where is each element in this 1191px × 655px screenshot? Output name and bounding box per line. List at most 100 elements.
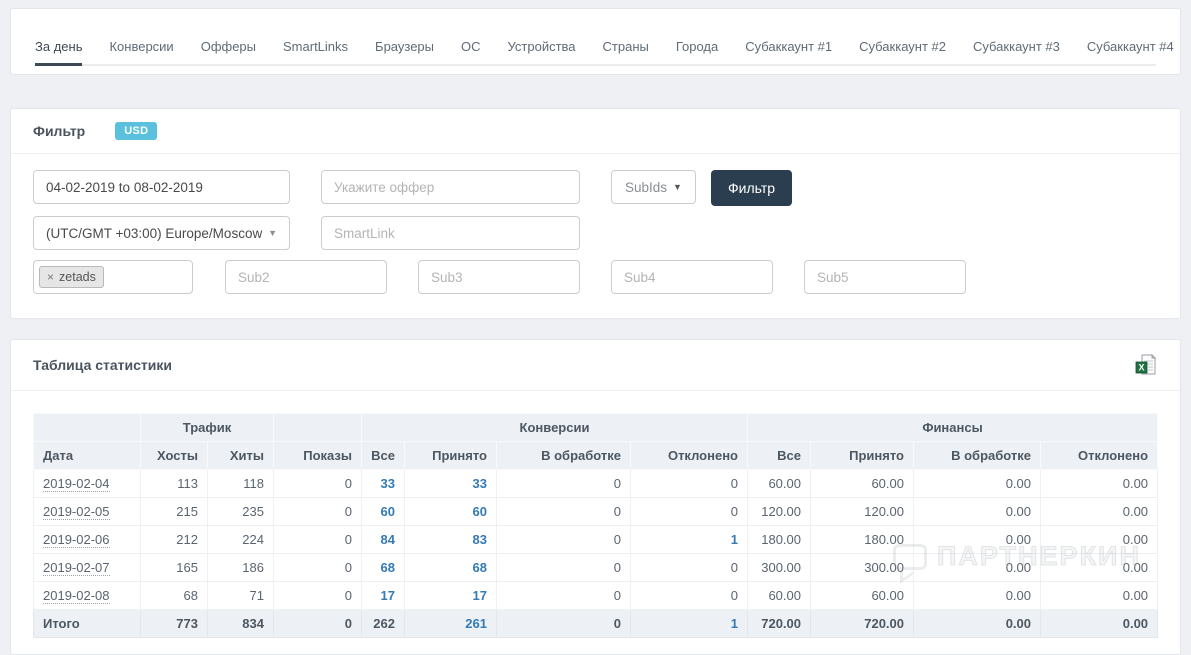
sub2-input[interactable] xyxy=(225,260,387,294)
value-cell: 84 xyxy=(362,526,405,554)
tab-8[interactable]: Города xyxy=(676,29,718,66)
total-label: Итого xyxy=(34,610,141,638)
stats-panel-header: Таблица статистики X xyxy=(11,340,1180,391)
date-cell[interactable]: 2019-02-08 xyxy=(43,588,110,604)
svg-text:X: X xyxy=(1138,363,1144,373)
value-cell: 33 xyxy=(362,470,405,498)
sub4-input[interactable] xyxy=(611,260,773,294)
date-range-input[interactable] xyxy=(33,170,290,204)
conversion-link[interactable]: 261 xyxy=(465,616,487,631)
value-cell: 720.00 xyxy=(748,610,811,638)
filter-title: Фильтр xyxy=(33,123,85,139)
conversion-link[interactable]: 1 xyxy=(731,616,738,631)
filter-body: SubIds ▼ Фильтр (UTC/GMT +03:00) Europe/… xyxy=(11,154,1180,318)
timezone-selected-value: (UTC/GMT +03:00) Europe/Moscow xyxy=(46,226,262,241)
conversion-link[interactable]: 68 xyxy=(473,560,487,575)
date-cell[interactable]: 2019-02-06 xyxy=(43,532,110,548)
table-row: 2019-02-086871017170060.0060.000.000.00 xyxy=(34,582,1158,610)
subids-dropdown-button[interactable]: SubIds ▼ xyxy=(611,170,696,204)
stats-panel: Таблица статистики X Трафик КонверсииФина… xyxy=(10,339,1181,655)
value-cell: 224 xyxy=(208,526,274,554)
conversion-link[interactable]: 1 xyxy=(731,532,738,547)
subids-label: SubIds xyxy=(625,180,667,195)
column-header-1: Хосты xyxy=(141,442,208,470)
sub1-tag-input[interactable]: × zetads xyxy=(33,260,193,294)
value-cell: 0 xyxy=(274,498,362,526)
tab-11[interactable]: Субаккаунт #3 xyxy=(973,29,1060,66)
conversion-link[interactable]: 17 xyxy=(473,588,487,603)
value-cell: 33 xyxy=(405,470,497,498)
sub1-tag-label: zetads xyxy=(59,270,96,284)
value-cell: 0 xyxy=(631,554,748,582)
table-row: 2019-02-071651860686800300.00300.000.000… xyxy=(34,554,1158,582)
tab-2[interactable]: Офферы xyxy=(201,29,256,66)
value-cell: 60.00 xyxy=(748,470,811,498)
date-cell[interactable]: 2019-02-05 xyxy=(43,504,110,520)
value-cell: 17 xyxy=(405,582,497,610)
value-cell: 0 xyxy=(497,582,631,610)
stats-title: Таблица статистики xyxy=(33,357,172,373)
conversion-link[interactable]: 60 xyxy=(473,504,487,519)
tab-1[interactable]: Конверсии xyxy=(109,29,173,66)
filter-panel: Фильтр USD SubIds ▼ Фильтр (UTC/GMT +03:… xyxy=(10,108,1181,319)
remove-tag-icon[interactable]: × xyxy=(47,270,54,284)
tab-7[interactable]: Страны xyxy=(603,29,649,66)
stats-table-container: ТрафикКонверсииФинансыДатаХостыХитыПоказ… xyxy=(11,391,1180,644)
excel-export-icon[interactable]: X xyxy=(1134,353,1158,377)
value-cell: 0.00 xyxy=(914,498,1041,526)
column-header-8: Все xyxy=(748,442,811,470)
value-cell: 0.00 xyxy=(1041,470,1158,498)
column-group-empty-0 xyxy=(34,414,141,442)
tab-6[interactable]: Устройства xyxy=(508,29,576,66)
tab-9[interactable]: Субаккаунт #1 xyxy=(745,29,832,66)
tab-10[interactable]: Субаккаунт #2 xyxy=(859,29,946,66)
value-cell: 0 xyxy=(497,470,631,498)
value-cell: 0.00 xyxy=(1041,582,1158,610)
value-cell: 235 xyxy=(208,498,274,526)
value-cell: 834 xyxy=(208,610,274,638)
value-cell: 0 xyxy=(274,582,362,610)
sub5-input[interactable] xyxy=(804,260,966,294)
tab-3[interactable]: SmartLinks xyxy=(283,29,348,66)
value-cell: 68 xyxy=(141,582,208,610)
value-cell: 17 xyxy=(362,582,405,610)
date-cell-wrap: 2019-02-04 xyxy=(34,470,141,498)
timezone-select[interactable]: (UTC/GMT +03:00) Europe/Moscow ▼ xyxy=(33,216,290,250)
value-cell: 0 xyxy=(274,554,362,582)
value-cell: 0 xyxy=(497,554,631,582)
offer-input[interactable] xyxy=(321,170,580,204)
column-header-4: Все xyxy=(362,442,405,470)
date-cell[interactable]: 2019-02-07 xyxy=(43,560,110,576)
sub3-input[interactable] xyxy=(418,260,580,294)
value-cell: 0 xyxy=(274,610,362,638)
value-cell: 0.00 xyxy=(1041,526,1158,554)
value-cell: 0.00 xyxy=(914,470,1041,498)
value-cell: 0 xyxy=(274,470,362,498)
column-group-3: Конверсии xyxy=(362,414,748,442)
conversion-link[interactable]: 83 xyxy=(473,532,487,547)
conversion-link[interactable]: 84 xyxy=(381,532,395,547)
value-cell: 113 xyxy=(141,470,208,498)
value-cell: 300.00 xyxy=(811,554,914,582)
column-group-1: Трафик xyxy=(141,414,274,442)
value-cell: 120.00 xyxy=(811,498,914,526)
chevron-down-icon: ▼ xyxy=(268,228,277,238)
tab-12[interactable]: Субаккаунт #4 xyxy=(1087,29,1174,66)
tab-0[interactable]: За день xyxy=(35,29,82,66)
smartlink-input[interactable] xyxy=(321,216,580,250)
conversion-link[interactable]: 17 xyxy=(381,588,395,603)
tab-5[interactable]: ОС xyxy=(461,29,481,66)
conversion-link[interactable]: 33 xyxy=(381,476,395,491)
conversion-link[interactable]: 68 xyxy=(381,560,395,575)
filter-submit-button[interactable]: Фильтр xyxy=(711,170,792,206)
table-row: 2019-02-04113118033330060.0060.000.000.0… xyxy=(34,470,1158,498)
date-cell[interactable]: 2019-02-04 xyxy=(43,476,110,492)
column-group-4: Финансы xyxy=(748,414,1158,442)
conversion-link[interactable]: 60 xyxy=(381,504,395,519)
tab-4[interactable]: Браузеры xyxy=(375,29,434,66)
value-cell: 0 xyxy=(497,498,631,526)
value-cell: 0.00 xyxy=(914,554,1041,582)
value-cell: 0.00 xyxy=(1041,498,1158,526)
conversion-link[interactable]: 33 xyxy=(473,476,487,491)
value-cell: 60 xyxy=(405,498,497,526)
